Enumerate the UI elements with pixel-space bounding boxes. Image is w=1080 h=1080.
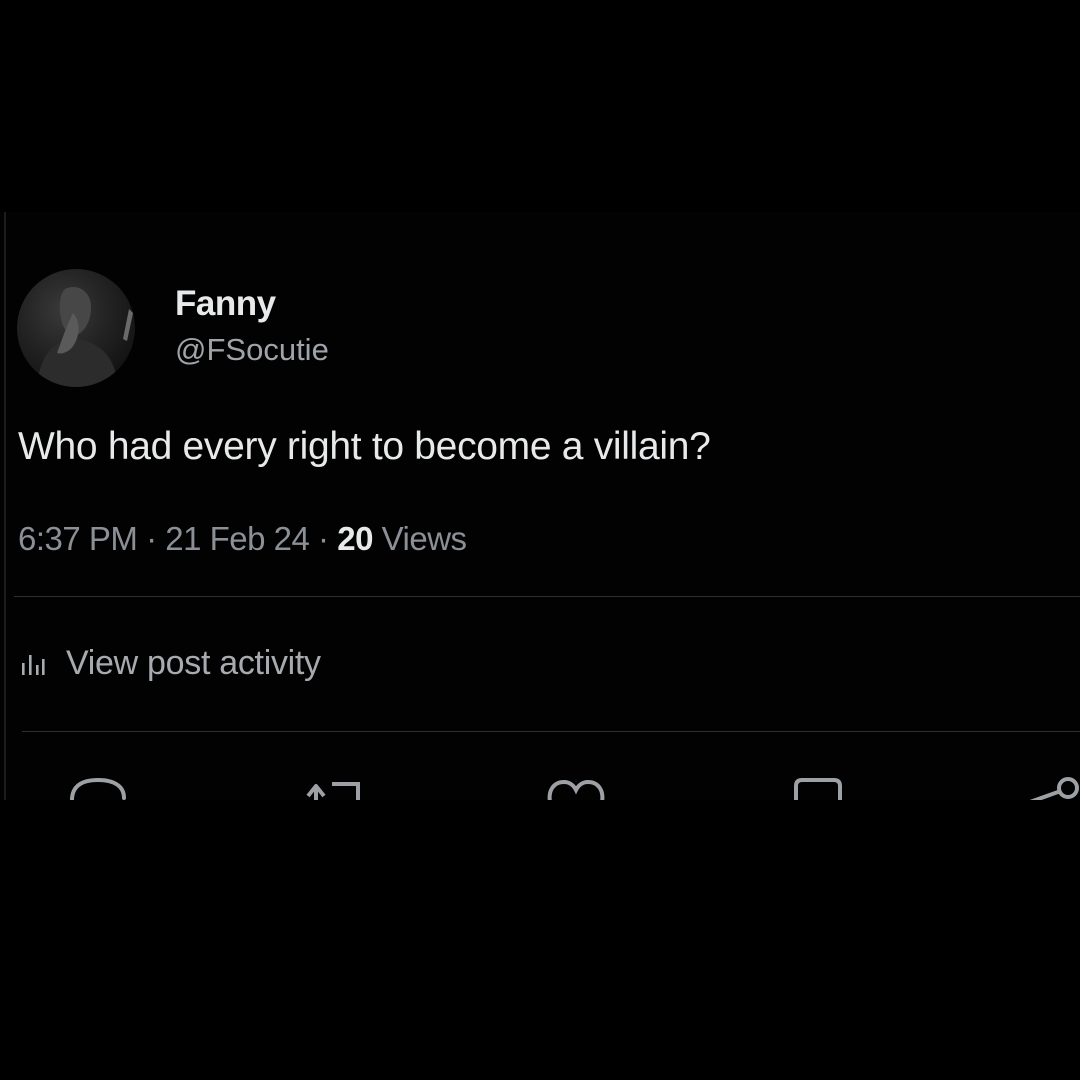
author-handle[interactable]: @FSocutie <box>175 332 329 368</box>
bookmark-icon <box>794 778 842 800</box>
views-count: 20 <box>337 520 373 557</box>
avatar-photo <box>37 287 133 387</box>
bookmark-button[interactable] <box>786 772 850 800</box>
meta-separator: · <box>146 520 166 557</box>
post-meta: 6:37 PM · 21 Feb 24 · 20 Views <box>18 520 467 558</box>
author-name[interactable]: Fanny <box>175 284 276 324</box>
post-text: Who had every right to become a villain? <box>18 425 711 468</box>
post-card: Fanny @FSocutie Who had every right to b… <box>0 212 1080 800</box>
reply-button[interactable] <box>66 772 130 800</box>
post-time[interactable]: 6:37 PM <box>18 520 138 557</box>
divider <box>14 596 1080 597</box>
action-bar <box>0 772 1080 800</box>
repost-button[interactable] <box>300 772 364 800</box>
like-button[interactable] <box>544 772 608 800</box>
post-date[interactable]: 21 Feb 24 <box>165 520 310 557</box>
page: Fanny @FSocutie Who had every right to b… <box>0 0 1080 1080</box>
share-icon <box>1029 777 1079 800</box>
avatar[interactable] <box>17 269 135 387</box>
card-border <box>4 212 6 800</box>
share-button[interactable] <box>1024 772 1080 800</box>
views-label: Views <box>381 520 467 557</box>
divider <box>22 731 1080 732</box>
analytics-bar-icon <box>22 654 45 675</box>
view-post-activity-link[interactable]: View post activity <box>20 644 321 683</box>
reply-icon <box>70 777 126 800</box>
like-icon <box>547 779 605 800</box>
view-post-activity-label: View post activity <box>66 644 321 682</box>
meta-separator: · <box>318 520 338 557</box>
repost-icon <box>306 782 360 800</box>
